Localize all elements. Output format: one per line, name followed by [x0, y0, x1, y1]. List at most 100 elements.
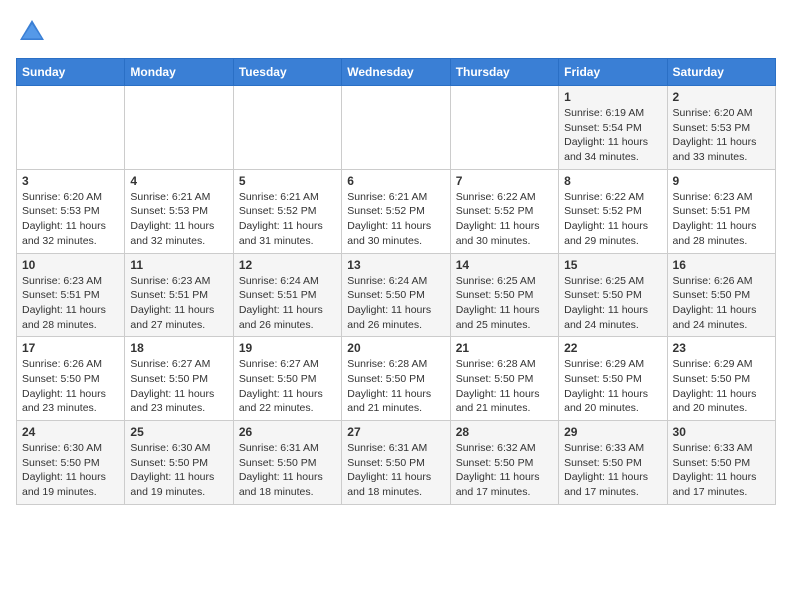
calendar-cell: 6 Sunrise: 6:21 AMSunset: 5:52 PMDaylight…: [342, 169, 450, 253]
calendar-cell: [17, 86, 125, 170]
day-number: 21: [456, 341, 553, 355]
day-info: Sunrise: 6:23 AMSunset: 5:51 PMDaylight:…: [22, 274, 119, 333]
day-info: Sunrise: 6:28 AMSunset: 5:50 PMDaylight:…: [456, 357, 553, 416]
day-info: Sunrise: 6:26 AMSunset: 5:50 PMDaylight:…: [22, 357, 119, 416]
day-number: 15: [564, 258, 661, 272]
day-info: Sunrise: 6:27 AMSunset: 5:50 PMDaylight:…: [130, 357, 227, 416]
calendar-cell: 23Sunrise: 6:29 AMSunset: 5:50 PMDayligh…: [667, 337, 775, 421]
day-number: 2: [673, 90, 770, 104]
col-header-saturday: Saturday: [667, 59, 775, 86]
calendar-cell: 3 Sunrise: 6:20 AMSunset: 5:53 PMDaylight…: [17, 169, 125, 253]
day-info: Sunrise: 6:25 AMSunset: 5:50 PMDaylight:…: [456, 274, 553, 333]
calendar-cell: 30 Sunrise: 6:33 AMSunset: 5:50 PMDayligh…: [667, 421, 775, 505]
calendar-cell: 12 Sunrise: 6:24 AMSunset: 5:51 PMDayligh…: [233, 253, 341, 337]
day-number: 29: [564, 425, 661, 439]
day-number: 9: [673, 174, 770, 188]
calendar-cell: 10 Sunrise: 6:23 AMSunset: 5:51 PMDayligh…: [17, 253, 125, 337]
day-info: Sunrise: 6:33 AMSunset: 5:50 PMDaylight:…: [673, 441, 770, 500]
calendar-cell: [450, 86, 558, 170]
day-number: 4: [130, 174, 227, 188]
day-number: 22: [564, 341, 661, 355]
day-info: Sunrise: 6:22 AMSunset: 5:52 PMDaylight:…: [456, 190, 553, 249]
day-info: Sunrise: 6:32 AMSunset: 5:50 PMDaylight:…: [456, 441, 553, 500]
day-info: Sunrise: 6:31 AMSunset: 5:50 PMDaylight:…: [239, 441, 336, 500]
day-number: 3: [22, 174, 119, 188]
day-info: Sunrise: 6:24 AMSunset: 5:51 PMDaylight:…: [239, 274, 336, 333]
calendar-cell: 13 Sunrise: 6:24 AMSunset: 5:50 PMDayligh…: [342, 253, 450, 337]
calendar-cell: 22 Sunrise: 6:29 AMSunset: 5:50 PMDayligh…: [559, 337, 667, 421]
calendar-cell: 25 Sunrise: 6:30 AMSunset: 5:50 PMDayligh…: [125, 421, 233, 505]
day-number: 8: [564, 174, 661, 188]
calendar-table: SundayMondayTuesdayWednesdayThursdayFrid…: [16, 58, 776, 505]
day-number: 11: [130, 258, 227, 272]
day-number: 23: [673, 341, 770, 355]
col-header-tuesday: Tuesday: [233, 59, 341, 86]
day-info: Sunrise: 6:21 AMSunset: 5:53 PMDaylight:…: [130, 190, 227, 249]
calendar-cell: 20Sunrise: 6:28 AMSunset: 5:50 PMDayligh…: [342, 337, 450, 421]
day-number: 27: [347, 425, 444, 439]
calendar-cell: [233, 86, 341, 170]
calendar-cell: 29 Sunrise: 6:33 AMSunset: 5:50 PMDayligh…: [559, 421, 667, 505]
calendar-cell: 7 Sunrise: 6:22 AMSunset: 5:52 PMDaylight…: [450, 169, 558, 253]
calendar-cell: 19 Sunrise: 6:27 AMSunset: 5:50 PMDayligh…: [233, 337, 341, 421]
calendar-cell: 11 Sunrise: 6:23 AMSunset: 5:51 PMDayligh…: [125, 253, 233, 337]
day-info: Sunrise: 6:19 AMSunset: 5:54 PMDaylight:…: [564, 106, 661, 165]
day-info: Sunrise: 6:29 AMSunset: 5:50 PMDaylight:…: [564, 357, 661, 416]
calendar-cell: 17 Sunrise: 6:26 AMSunset: 5:50 PMDayligh…: [17, 337, 125, 421]
col-header-friday: Friday: [559, 59, 667, 86]
calendar-cell: 24Sunrise: 6:30 AMSunset: 5:50 PMDayligh…: [17, 421, 125, 505]
calendar-cell: 1 Sunrise: 6:19 AMSunset: 5:54 PMDaylight…: [559, 86, 667, 170]
logo: [16, 16, 52, 48]
calendar-cell: 5 Sunrise: 6:21 AMSunset: 5:52 PMDaylight…: [233, 169, 341, 253]
calendar-cell: 14 Sunrise: 6:25 AMSunset: 5:50 PMDayligh…: [450, 253, 558, 337]
day-number: 26: [239, 425, 336, 439]
day-number: 25: [130, 425, 227, 439]
calendar-cell: 9 Sunrise: 6:23 AMSunset: 5:51 PMDaylight…: [667, 169, 775, 253]
day-number: 28: [456, 425, 553, 439]
logo-icon: [16, 16, 48, 48]
day-info: Sunrise: 6:25 AMSunset: 5:50 PMDaylight:…: [564, 274, 661, 333]
day-info: Sunrise: 6:22 AMSunset: 5:52 PMDaylight:…: [564, 190, 661, 249]
calendar-cell: 18 Sunrise: 6:27 AMSunset: 5:50 PMDayligh…: [125, 337, 233, 421]
col-header-sunday: Sunday: [17, 59, 125, 86]
col-header-thursday: Thursday: [450, 59, 558, 86]
day-number: 7: [456, 174, 553, 188]
day-number: 5: [239, 174, 336, 188]
day-info: Sunrise: 6:23 AMSunset: 5:51 PMDaylight:…: [130, 274, 227, 333]
calendar-cell: 8 Sunrise: 6:22 AMSunset: 5:52 PMDaylight…: [559, 169, 667, 253]
day-info: Sunrise: 6:30 AMSunset: 5:50 PMDaylight:…: [22, 441, 119, 500]
day-info: Sunrise: 6:20 AMSunset: 5:53 PMDaylight:…: [22, 190, 119, 249]
calendar-cell: 15 Sunrise: 6:25 AMSunset: 5:50 PMDayligh…: [559, 253, 667, 337]
calendar-cell: 26 Sunrise: 6:31 AMSunset: 5:50 PMDayligh…: [233, 421, 341, 505]
calendar-cell: 16 Sunrise: 6:26 AMSunset: 5:50 PMDayligh…: [667, 253, 775, 337]
day-info: Sunrise: 6:26 AMSunset: 5:50 PMDaylight:…: [673, 274, 770, 333]
day-info: Sunrise: 6:28 AMSunset: 5:50 PMDaylight:…: [347, 357, 444, 416]
day-number: 1: [564, 90, 661, 104]
calendar-cell: [125, 86, 233, 170]
day-number: 12: [239, 258, 336, 272]
day-number: 18: [130, 341, 227, 355]
day-info: Sunrise: 6:21 AMSunset: 5:52 PMDaylight:…: [347, 190, 444, 249]
day-info: Sunrise: 6:23 AMSunset: 5:51 PMDaylight:…: [673, 190, 770, 249]
calendar-cell: 27 Sunrise: 6:31 AMSunset: 5:50 PMDayligh…: [342, 421, 450, 505]
day-info: Sunrise: 6:31 AMSunset: 5:50 PMDaylight:…: [347, 441, 444, 500]
day-info: Sunrise: 6:21 AMSunset: 5:52 PMDaylight:…: [239, 190, 336, 249]
calendar-cell: 2 Sunrise: 6:20 AMSunset: 5:53 PMDaylight…: [667, 86, 775, 170]
day-info: Sunrise: 6:20 AMSunset: 5:53 PMDaylight:…: [673, 106, 770, 165]
day-number: 6: [347, 174, 444, 188]
day-number: 17: [22, 341, 119, 355]
day-number: 30: [673, 425, 770, 439]
day-info: Sunrise: 6:24 AMSunset: 5:50 PMDaylight:…: [347, 274, 444, 333]
col-header-monday: Monday: [125, 59, 233, 86]
day-info: Sunrise: 6:33 AMSunset: 5:50 PMDaylight:…: [564, 441, 661, 500]
day-number: 19: [239, 341, 336, 355]
page-header: [16, 16, 776, 48]
day-number: 13: [347, 258, 444, 272]
day-info: Sunrise: 6:30 AMSunset: 5:50 PMDaylight:…: [130, 441, 227, 500]
calendar-cell: 21 Sunrise: 6:28 AMSunset: 5:50 PMDayligh…: [450, 337, 558, 421]
day-info: Sunrise: 6:27 AMSunset: 5:50 PMDaylight:…: [239, 357, 336, 416]
day-number: 14: [456, 258, 553, 272]
day-number: 10: [22, 258, 119, 272]
day-number: 16: [673, 258, 770, 272]
calendar-cell: [342, 86, 450, 170]
